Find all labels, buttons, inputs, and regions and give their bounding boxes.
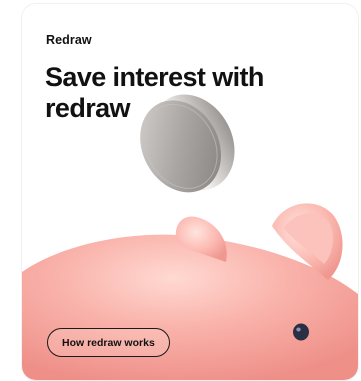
piggy-bank-illustration — [22, 94, 358, 380]
redraw-card: Redraw Save interest with redraw How red… — [22, 4, 358, 380]
card-eyebrow: Redraw — [46, 33, 92, 47]
card-headline: Save interest with redraw — [45, 62, 264, 123]
how-redraw-works-button[interactable]: How redraw works — [47, 328, 170, 357]
